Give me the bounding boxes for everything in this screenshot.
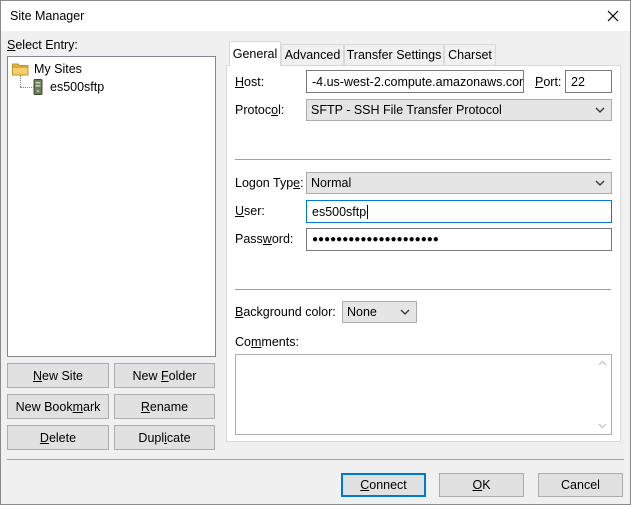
- duplicate-button[interactable]: Dupl i cate: [114, 425, 215, 450]
- password-input[interactable]: ●●●●●●●●●●●●●●●●●●●●●: [306, 228, 612, 251]
- background-color-value: None: [347, 305, 377, 319]
- tree-item-my-sites[interactable]: My Sites: [12, 60, 82, 78]
- delete-button[interactable]: Delete: [7, 425, 109, 450]
- title-bar: Site Manager: [1, 1, 630, 31]
- scroll-up-icon[interactable]: [594, 355, 611, 372]
- new-folder-button[interactable]: New Folder: [114, 363, 215, 388]
- background-color-select[interactable]: None: [342, 301, 417, 323]
- user-value: es500sftp: [312, 204, 367, 219]
- select-entry-label: Select Entry:: [7, 38, 78, 52]
- close-button[interactable]: [596, 1, 630, 31]
- scroll-down-icon[interactable]: [594, 417, 611, 434]
- chevron-down-icon: [595, 180, 605, 186]
- password-label: Password:: [235, 232, 294, 246]
- connect-button[interactable]: Connect: [341, 473, 426, 497]
- protocol-value: SFTP - SSH File Transfer Protocol: [311, 103, 502, 117]
- host-label: Host:: [235, 75, 265, 89]
- site-tree[interactable]: My Sites es500sftp: [7, 56, 216, 357]
- tree-item-es500sftp[interactable]: es500sftp: [32, 78, 104, 96]
- logon-type-select[interactable]: Normal: [306, 172, 612, 194]
- footer-separator: [7, 459, 624, 460]
- tree-root-label: My Sites: [34, 62, 82, 76]
- chevron-down-icon: [400, 309, 410, 315]
- logon-type-value: Normal: [311, 176, 352, 190]
- user-input[interactable]: es500sftp: [306, 200, 612, 223]
- tree-child-label: es500sftp: [50, 80, 105, 94]
- cancel-button[interactable]: Cancel: [538, 473, 623, 497]
- server-icon: [33, 79, 43, 95]
- folder-icon: [12, 63, 29, 76]
- tab-transfer-settings[interactable]: Transfer Settings: [344, 44, 444, 65]
- background-color-label: Background color:: [235, 305, 336, 319]
- logon-type-label: Logon Type:: [235, 176, 304, 190]
- window-title: Site Manager: [10, 9, 85, 23]
- protocol-select[interactable]: SFTP - SSH File Transfer Protocol: [306, 99, 612, 121]
- user-label: User:: [235, 204, 265, 218]
- rename-button[interactable]: Rename: [114, 394, 215, 419]
- tab-advanced[interactable]: Advanced: [281, 44, 344, 65]
- ok-button[interactable]: OK: [439, 473, 524, 497]
- text-caret: [367, 204, 369, 219]
- close-icon: [607, 10, 619, 22]
- comments-label: Comments:: [235, 335, 299, 349]
- site-manager-window: Site Manager Select Entry: My Sites es50…: [0, 0, 631, 505]
- new-bookmark-button[interactable]: New Book m ark: [7, 394, 109, 419]
- host-input[interactable]: -4.us-west-2.compute.amazonaws.com: [306, 70, 524, 93]
- chevron-down-icon: [595, 107, 605, 113]
- comments-textarea[interactable]: [235, 354, 612, 435]
- tab-general[interactable]: General: [229, 41, 281, 66]
- tab-charset[interactable]: Charset: [444, 44, 496, 65]
- separator: [235, 159, 611, 160]
- protocol-label: Protocol:: [235, 103, 285, 117]
- port-label: Port:: [535, 75, 562, 89]
- separator: [235, 289, 611, 290]
- new-site-button[interactable]: New Site: [7, 363, 109, 388]
- port-input[interactable]: 22: [565, 70, 612, 93]
- comments-scrollbar[interactable]: [594, 355, 611, 434]
